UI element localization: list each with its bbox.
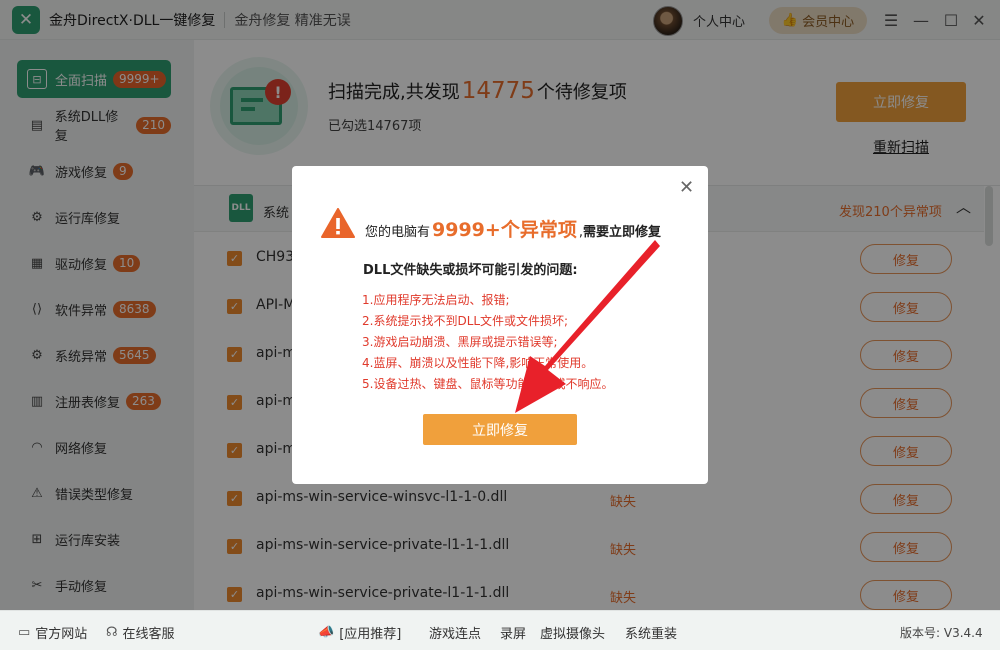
footer-link-screen-record[interactable]: 录屏 <box>500 623 526 642</box>
list-item: 3.游戏启动崩溃、黑屏或提示错误等; <box>362 335 558 349</box>
footer-link-system-reinstall[interactable]: 系统重装 <box>625 623 677 642</box>
dialog-issue-count: 9999+个异常项 <box>432 219 577 241</box>
headset-icon: ☊ <box>106 625 118 640</box>
dialog-fix-now-button[interactable]: 立即修复 <box>423 414 577 445</box>
warning-icon <box>321 208 355 238</box>
footer-link-virtual-camera[interactable]: 虚拟摄像头 <box>540 623 605 642</box>
online-support-link[interactable]: ☊ 在线客服 <box>106 623 175 642</box>
list-item: 5.设备过热、键盘、鼠标等功能失常或不响应。 <box>362 377 614 391</box>
alert-dialog: ✕ 您的电脑有 9999+个异常项 , 需要立即修复 DLL文件缺失或损坏可能引… <box>292 166 708 484</box>
issue-list: 1.应用程序无法启动、报错; 2.系统提示找不到DLL文件或文件损坏; 3.游戏… <box>362 290 662 395</box>
version-label: 版本号: V3.4.4 <box>900 626 983 640</box>
megaphone-icon: 📣 <box>318 625 335 640</box>
app-recommend[interactable]: 📣 [应用推荐] <box>318 623 401 642</box>
dialog-subtitle: DLL文件缺失或损坏可能引发的问题: <box>363 263 578 278</box>
monitor-icon: ▭ <box>18 625 31 640</box>
list-item: 4.蓝屏、崩溃以及性能下降,影响正常使用。 <box>362 356 594 370</box>
list-item: 2.系统提示找不到DLL文件或文件损坏; <box>362 314 569 328</box>
footer-link-auto-clicker[interactable]: 游戏连点 <box>429 623 481 642</box>
footer: ▭ 官方网站 ☊ 在线客服 📣 [应用推荐] 游戏连点 录屏 虚拟摄像头 系统重… <box>0 610 1000 650</box>
list-item: 1.应用程序无法启动、报错; <box>362 293 510 307</box>
close-icon[interactable]: ✕ <box>679 177 694 198</box>
official-website-link[interactable]: ▭ 官方网站 <box>18 623 87 642</box>
dialog-title: 您的电脑有 9999+个异常项 , 需要立即修复 <box>365 215 661 242</box>
